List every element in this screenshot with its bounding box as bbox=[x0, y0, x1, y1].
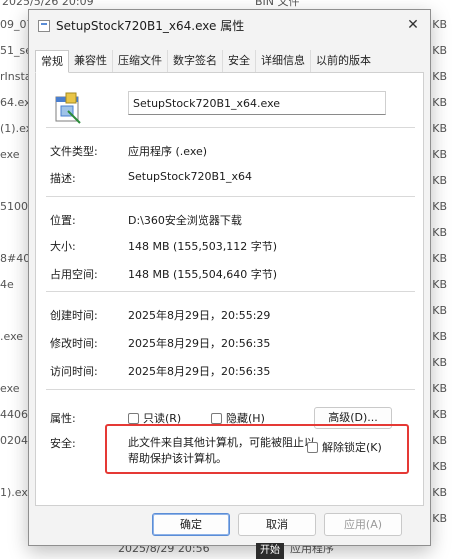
list-item: exe bbox=[0, 382, 20, 395]
divider bbox=[46, 291, 415, 292]
list-item: exe bbox=[0, 148, 20, 161]
created-value: 2025年8月29日，20:55:29 bbox=[128, 309, 271, 322]
file-icon bbox=[38, 20, 50, 32]
attributes-label: 属性: bbox=[50, 412, 76, 425]
tab-archive[interactable]: 压缩文件 bbox=[113, 50, 168, 73]
tab-previous-versions[interactable]: 以前的版本 bbox=[311, 50, 376, 73]
list-item: .exe bbox=[0, 330, 24, 343]
installer-icon bbox=[55, 92, 81, 124]
tab-security[interactable]: 安全 bbox=[223, 50, 256, 73]
tab-compatibility[interactable]: 兼容性 bbox=[69, 50, 113, 73]
divider bbox=[46, 127, 415, 128]
ok-button[interactable]: 确定 bbox=[152, 513, 230, 536]
divider bbox=[46, 389, 415, 390]
description-label: 描述: bbox=[50, 172, 76, 185]
list-item: 4e bbox=[0, 278, 14, 291]
checkbox-box[interactable] bbox=[211, 412, 222, 424]
created-label: 创建时间: bbox=[50, 309, 98, 322]
dialog-title: SetupStock720B1_x64.exe 属性 bbox=[56, 19, 245, 33]
general-panel: 文件类型: 应用程序 (.exe) 描述: SetupStock720B1_x6… bbox=[35, 72, 424, 506]
location-label: 位置: bbox=[50, 214, 76, 227]
modified-label: 修改时间: bbox=[50, 337, 98, 350]
security-label: 安全: bbox=[50, 437, 76, 450]
apply-button[interactable]: 应用(A) bbox=[324, 513, 402, 536]
tab-details[interactable]: 详细信息 bbox=[256, 50, 311, 73]
close-button[interactable]: ✕ bbox=[402, 14, 424, 36]
type-value: 应用程序 (.exe) bbox=[128, 145, 208, 158]
highlight-annotation bbox=[105, 424, 409, 474]
tab-general[interactable]: 常规 bbox=[35, 50, 69, 73]
accessed-label: 访问时间: bbox=[50, 365, 98, 378]
location-value: D:\360安全浏览器下载 bbox=[128, 214, 242, 227]
disk-size-value: 148 MB (155,504,640 字节) bbox=[128, 268, 278, 281]
size-value: 148 MB (155,503,112 字节) bbox=[128, 240, 278, 253]
size-label: 大小: bbox=[50, 240, 76, 253]
title-bar[interactable]: SetupStock720B1_x64.exe 属性 ✕ bbox=[29, 10, 430, 41]
tab-bar: 常规 兼容性 压缩文件 数字签名 安全 详细信息 以前的版本 bbox=[35, 50, 376, 73]
accessed-value: 2025年8月29日，20:56:35 bbox=[128, 365, 271, 378]
tab-digital-signatures[interactable]: 数字签名 bbox=[168, 50, 223, 73]
cancel-button[interactable]: 取消 bbox=[238, 513, 316, 536]
disk-size-label: 占用空间: bbox=[50, 268, 98, 281]
properties-dialog: SetupStock720B1_x64.exe 属性 ✕ 常规 兼容性 压缩文件… bbox=[28, 9, 431, 546]
filename-field[interactable] bbox=[128, 91, 386, 115]
description-value: SetupStock720B1_x64 bbox=[128, 170, 253, 183]
start-tooltip: 开始 bbox=[256, 543, 284, 559]
type-label: 文件类型: bbox=[50, 145, 98, 158]
divider bbox=[46, 196, 415, 197]
modified-value: 2025年8月29日，20:56:35 bbox=[128, 337, 271, 350]
checkbox-box[interactable] bbox=[128, 412, 139, 424]
